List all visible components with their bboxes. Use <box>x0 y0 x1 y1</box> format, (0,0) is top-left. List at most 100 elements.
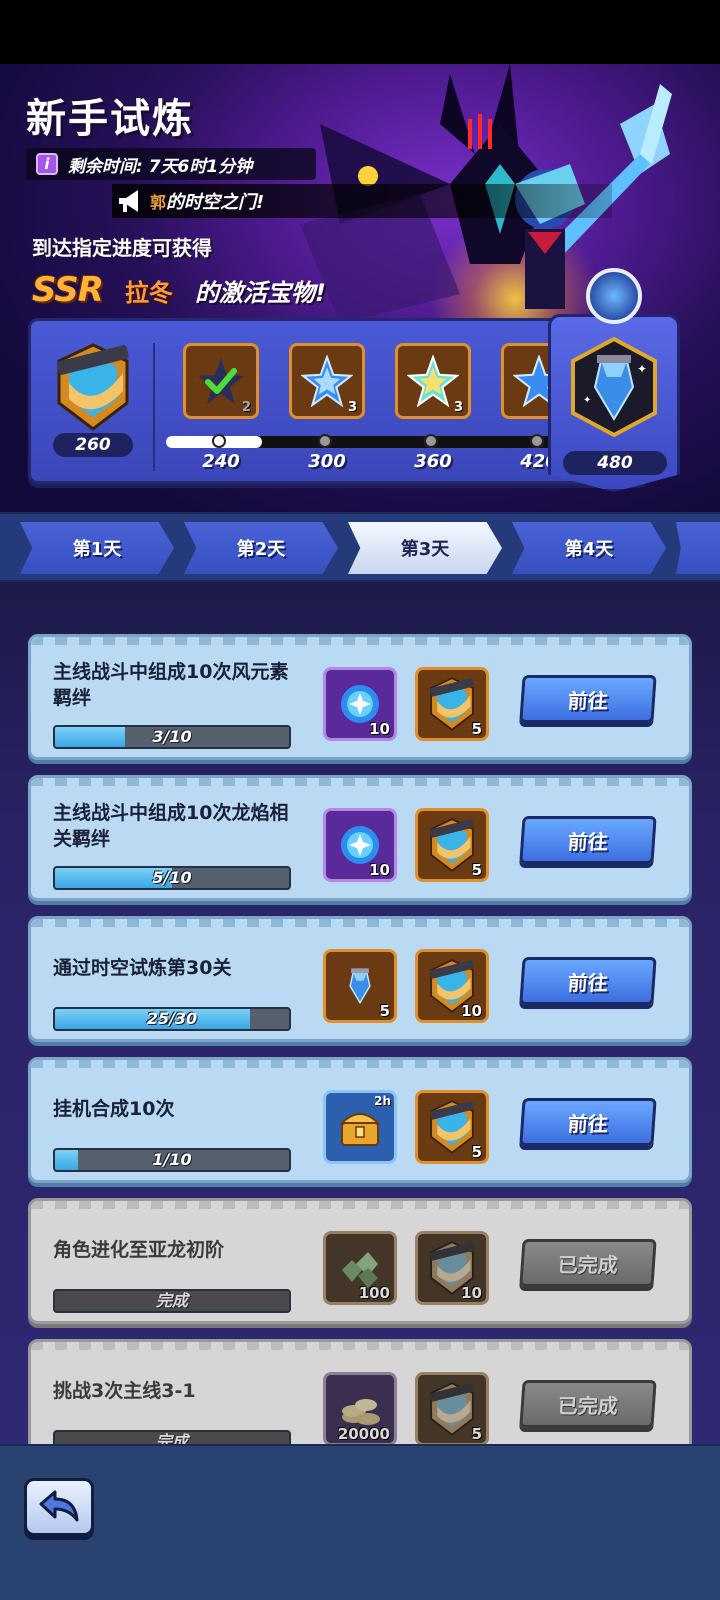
task-progress-text: 5/10 <box>152 868 192 887</box>
task-progress-text: 完成 <box>155 1432 188 1444</box>
points-badge-icon <box>429 1100 474 1154</box>
reward-item-orb[interactable]: 10 <box>323 667 397 741</box>
task-progress-text: 完成 <box>155 1291 188 1310</box>
item-count: 5 <box>471 1425 482 1443</box>
reward-item-badge[interactable]: 5 <box>415 667 489 741</box>
info-icon[interactable]: i <box>36 153 58 175</box>
milestone-label: 360 <box>414 451 452 472</box>
reward-item-coins[interactable]: 20000 <box>323 1372 397 1444</box>
milestone-dot <box>318 434 332 448</box>
rainbow-star-gem-icon <box>407 355 459 407</box>
back-button[interactable] <box>24 1478 94 1536</box>
milestone-dot <box>212 434 226 448</box>
notice-text: 的时空之门! <box>166 192 265 213</box>
tab-day-1[interactable]: 第1天 <box>20 522 174 574</box>
reward-item-crystal[interactable]: 5 <box>323 949 397 1023</box>
reward-item-badge[interactable]: 5 <box>415 1372 489 1444</box>
points-badge-icon <box>56 343 129 431</box>
ice-crystal-treasure-icon: ✦ ✦ <box>571 337 657 437</box>
reward-count: 3 <box>347 400 357 415</box>
dragon-emblem-icon <box>586 268 642 324</box>
task-card: 通过时空试炼第30关 25/30 5 10 前往 <box>28 916 692 1042</box>
go-button[interactable]: 前往 <box>519 957 657 1005</box>
task-description: 挂机合成10次 <box>53 1098 175 1120</box>
notice-player-name: 郭 <box>150 193 167 212</box>
reward-text: 的激活宝物! <box>194 278 326 307</box>
milestone-label: 300 <box>308 451 346 472</box>
chest-duration-tag: 2h <box>374 1094 391 1108</box>
reward-item-badge[interactable]: 10 <box>415 1231 489 1305</box>
megaphone-icon <box>119 190 138 212</box>
completed-button[interactable]: 已完成 <box>519 1380 657 1428</box>
back-arrow-icon <box>39 1490 79 1522</box>
task-progress-text: 1/10 <box>152 1150 192 1169</box>
item-count: 5 <box>471 1143 482 1161</box>
event-title: 新手试炼 <box>26 96 194 142</box>
task-list[interactable]: 主线战斗中组成10次风元素羁绊 3/10 10 5 前往 主线战斗中组成10次龙… <box>0 582 720 1444</box>
reach-progress-text: 到达指定进度可获得 <box>32 236 212 260</box>
final-reward-card[interactable]: ✦ ✦ 480 <box>548 314 680 492</box>
tab-day-4[interactable]: 第4天 <box>512 522 666 574</box>
reward-item-chest[interactable]: 2h <box>323 1090 397 1164</box>
item-count: 5 <box>379 1002 390 1020</box>
time-remaining-bar: i 剩余时间: 7天6时1分钟 <box>26 148 316 180</box>
notice-marquee: 郭 的时空之门! <box>112 184 612 218</box>
task-description: 角色进化至亚龙初阶 <box>53 1239 225 1261</box>
task-card-completed: 角色进化至亚龙初阶 完成 100 10 已完成 <box>28 1198 692 1324</box>
treasure-chest-icon <box>339 1113 381 1146</box>
reward-item-badge[interactable]: 5 <box>415 1090 489 1164</box>
hero-name: 拉冬 <box>124 278 173 307</box>
reward-item-badge[interactable]: 5 <box>415 808 489 882</box>
milestone-label: 240 <box>202 451 240 472</box>
tab-day-2[interactable]: 第2天 <box>184 522 338 574</box>
ice-crystal-treasure-icon <box>349 968 371 1005</box>
go-button[interactable]: 前往 <box>519 675 657 723</box>
status-bar <box>0 0 720 64</box>
item-count: 20000 <box>337 1425 390 1443</box>
milestone-dot <box>424 434 438 448</box>
task-progress-bar: 1/10 <box>53 1148 291 1172</box>
task-card: 挂机合成10次 1/10 2h 5 前往 <box>28 1057 692 1183</box>
current-points: 260 <box>53 433 133 457</box>
task-progress-bar: 5/10 <box>53 866 291 890</box>
tab-day-3[interactable]: 第3天 <box>348 522 502 574</box>
svg-text:✦: ✦ <box>637 362 647 376</box>
star-gem-icon <box>198 358 244 404</box>
tab-day-5-partial[interactable] <box>676 522 720 574</box>
reward-item-badge[interactable]: 10 <box>415 949 489 1023</box>
item-count: 10 <box>461 1284 482 1302</box>
task-progress-bar: 完成 <box>53 1289 291 1313</box>
reward-count: 2 <box>241 400 251 415</box>
item-count: 10 <box>369 720 390 738</box>
reward-item-orb[interactable]: 10 <box>323 808 397 882</box>
milestone-reward-1[interactable]: 2 <box>183 343 259 419</box>
task-description: 主线战斗中组成10次龙焰相关羁绊 <box>53 802 289 850</box>
task-progress-text: 25/30 <box>146 1009 198 1028</box>
go-button[interactable]: 前往 <box>519 816 657 864</box>
task-progress-bar: 3/10 <box>53 725 291 749</box>
final-milestone-label: 480 <box>563 451 667 475</box>
panel-divider <box>153 343 155 471</box>
task-progress-bar: 25/30 <box>53 1007 291 1031</box>
milestone-dot <box>530 434 544 448</box>
ssr-label: SSR <box>32 270 104 310</box>
item-count: 5 <box>471 861 482 879</box>
svg-text:✦: ✦ <box>583 395 591 406</box>
bottom-bar <box>0 1444 720 1600</box>
time-remaining-text: 剩余时间: 7天6时1分钟 <box>68 156 253 177</box>
points-badge-icon <box>429 818 474 872</box>
item-count: 10 <box>461 1002 482 1020</box>
task-progress-bar: 完成 <box>53 1430 291 1444</box>
milestone-reward-3[interactable]: 3 <box>395 343 471 419</box>
points-badge-icon <box>429 1382 474 1436</box>
ssr-reward-line: SSR 拉冬 的激活宝物! <box>32 270 326 310</box>
completed-button[interactable]: 已完成 <box>519 1239 657 1287</box>
item-count: 5 <box>471 720 482 738</box>
go-button[interactable]: 前往 <box>519 1098 657 1146</box>
milestone-reward-2[interactable]: 3 <box>289 343 365 419</box>
blue-star-gem-icon <box>301 355 353 407</box>
task-description: 挑战3次主线3-1 <box>53 1380 196 1402</box>
day-tabs: 第1天 第2天 第3天 第4天 <box>0 512 720 582</box>
task-description: 主线战斗中组成10次风元素羁绊 <box>53 661 289 709</box>
reward-item-gems[interactable]: 100 <box>323 1231 397 1305</box>
